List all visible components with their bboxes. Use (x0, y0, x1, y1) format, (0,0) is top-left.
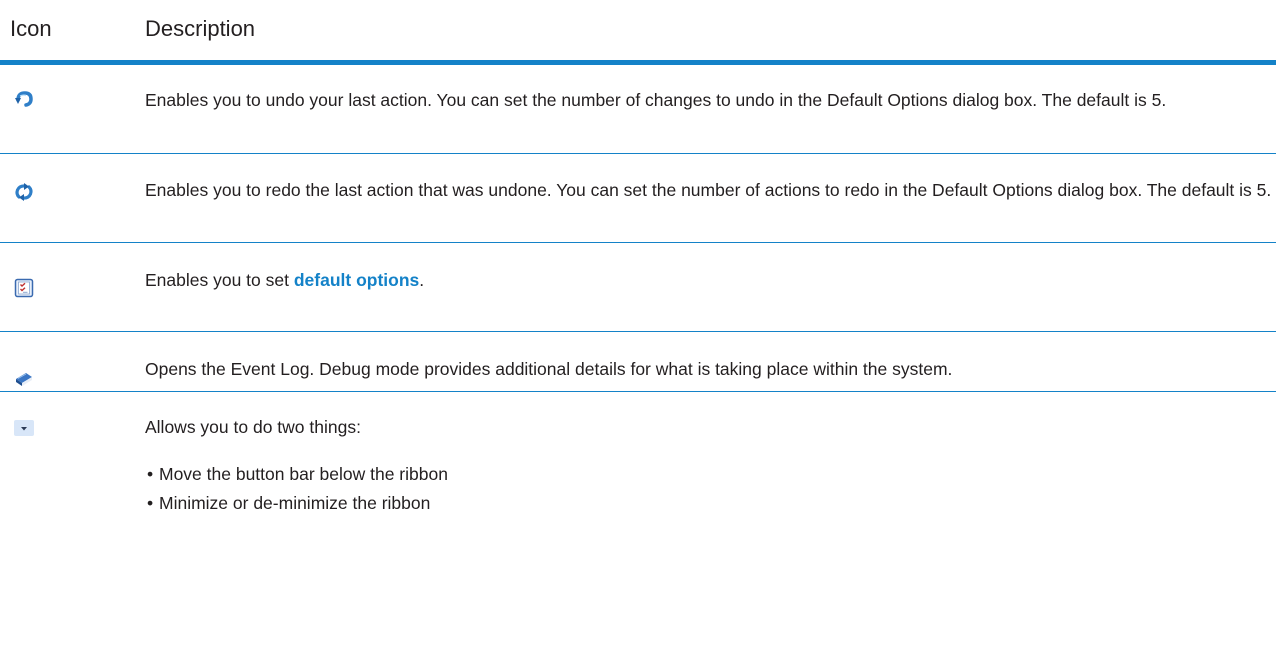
table-header: Icon Description (0, 0, 1276, 65)
dropdown-arrow-icon (14, 418, 34, 438)
icon-column-header: Icon (10, 16, 52, 41)
bullet-minimize-ribbon: Minimize or de-minimize the ribbon (159, 493, 431, 513)
default-options-link[interactable]: default options (294, 270, 419, 290)
icon-description-table: Icon Description Enables you to undo you… (0, 0, 1276, 632)
table-row: Enables you to set default options. (0, 243, 1276, 332)
redo-icon (14, 182, 34, 202)
bullet-list: • Move the button bar below the ribbon • M… (145, 460, 1276, 518)
list-item: • Minimize or de-minimize the ribbon (147, 493, 431, 513)
table-row: Allows you to do two things: • Move the b… (0, 392, 1276, 632)
redo-description: Enables you to redo the last action that… (145, 180, 1272, 200)
event-log-description: Opens the Event Log. Debug mode provides… (145, 359, 953, 379)
table-row: Enables you to redo the last action that… (0, 154, 1276, 243)
table-row: Enables you to undo your last action. Yo… (0, 65, 1276, 154)
table-row: Opens the Event Log. Debug mode provides… (0, 332, 1276, 392)
undo-description: Enables you to undo your last action. Yo… (145, 90, 1167, 110)
event-log-icon (14, 368, 34, 388)
bullet-move-button-bar: Move the button bar below the ribbon (159, 464, 448, 484)
description-column-header: Description (145, 16, 256, 41)
customize-toolbar-description: Allows you to do two things: • Move the b… (145, 414, 1276, 518)
default-options-description: Enables you to set default options. (145, 267, 1276, 293)
default-options-text-before: Enables you to set (145, 270, 294, 290)
options-checklist-icon (14, 278, 34, 298)
list-item: • Move the button bar below the ribbon (147, 464, 448, 484)
default-options-text-after: . (419, 270, 425, 290)
undo-icon (14, 89, 34, 109)
customize-toolbar-text: Allows you to do two things: (145, 417, 361, 437)
